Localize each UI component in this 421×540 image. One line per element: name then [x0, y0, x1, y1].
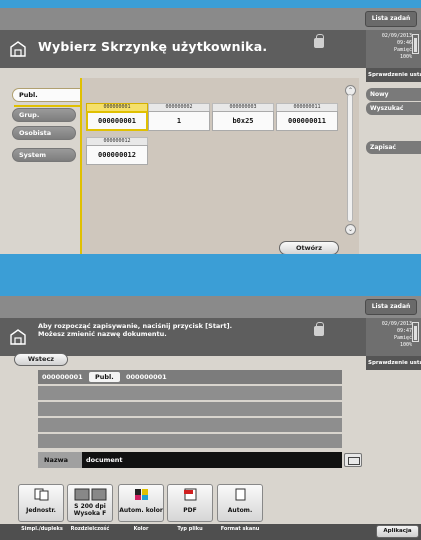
- page-size-icon: [235, 488, 246, 501]
- duplex-icon: [34, 488, 49, 501]
- box-number: 000000012: [86, 137, 148, 145]
- new-button[interactable]: Nowy: [366, 88, 421, 101]
- box-number: 000000011: [276, 103, 338, 111]
- tab-public[interactable]: Publ.: [12, 88, 80, 102]
- box-number: 000000003: [212, 103, 274, 111]
- time-text: 09:46: [396, 40, 412, 46]
- function-caption: Kolor: [133, 526, 149, 532]
- box-type-tag: Publ.: [88, 372, 120, 382]
- instruction-message: Aby rozpocząć zapisywanie, naciśnij przy…: [38, 322, 232, 338]
- time-text: 09:47: [396, 328, 412, 334]
- open-button[interactable]: Otwórz: [279, 241, 339, 254]
- box-number: 000000002: [148, 103, 210, 111]
- memory-value: 100%: [399, 54, 412, 60]
- box-item[interactable]: 000000011 000000011: [276, 103, 338, 131]
- top-bar: Lista zadań: [0, 296, 421, 318]
- back-button[interactable]: Wstecz: [14, 353, 68, 366]
- box-number: 000000001: [86, 103, 148, 111]
- function-label: PDF: [183, 507, 197, 514]
- box-name: 000000001: [86, 111, 148, 131]
- function-label-line: Wysoka F: [73, 510, 107, 517]
- function-label: Autom.: [227, 507, 253, 514]
- date-time-readout: 02/09/2013 09:46 Pamięć 100%: [368, 33, 412, 61]
- memory-gauge-icon: [412, 322, 419, 342]
- instruction-line: Aby rozpocząć zapisywanie, naciśnij przy…: [38, 322, 233, 330]
- scan-to-box-screen: Lista zadań Aby rozpocząć zapisywanie, n…: [0, 296, 421, 540]
- resolution-icon: [74, 488, 107, 501]
- box-name: 000000011: [276, 111, 338, 131]
- user-box-icon: [10, 329, 26, 345]
- check-settings-button[interactable]: Sprawdzenie ustawień: [366, 68, 421, 82]
- function-label-line: S 200 dpi: [74, 503, 106, 510]
- color-icon: [135, 489, 148, 500]
- resolution-button[interactable]: S 200 dpi Wysoka F: [67, 484, 113, 522]
- tab-system[interactable]: System: [12, 148, 76, 162]
- box-name: 1: [148, 111, 210, 131]
- info-row: [38, 434, 342, 448]
- memory-label: Pamięć: [393, 47, 412, 53]
- function-label: Autom. kolor: [119, 507, 163, 514]
- function-caption: Typ pliku: [177, 526, 203, 532]
- box-path: 000000001 Publ. 000000001: [38, 370, 342, 384]
- lock-icon: [314, 322, 324, 336]
- tab-group[interactable]: Grup.: [12, 108, 76, 122]
- date-text: 02/09/2013: [381, 321, 412, 327]
- menu-spacer: [366, 120, 421, 133]
- active-tab-indicator: [14, 105, 80, 107]
- memory-value: 100%: [399, 342, 412, 348]
- job-list-button[interactable]: Lista zadań: [365, 11, 417, 27]
- top-bar: Lista zadań: [0, 8, 421, 30]
- box-item[interactable]: 000000012 000000012: [86, 137, 148, 165]
- box-item[interactable]: 000000003 b0x25: [212, 103, 274, 131]
- color-button[interactable]: Autom. kolor: [118, 484, 164, 522]
- lock-icon: [314, 34, 324, 48]
- keyboard-icon[interactable]: [344, 453, 362, 467]
- search-button[interactable]: Wyszukać: [366, 102, 421, 115]
- box-number: 000000001: [42, 373, 83, 381]
- check-settings-button[interactable]: Sprawdzenie ustawień: [366, 356, 421, 370]
- box-item[interactable]: 000000002 1: [148, 103, 210, 131]
- pdf-icon: [184, 488, 197, 501]
- box-name: b0x25: [212, 111, 274, 131]
- save-button[interactable]: Zapisać: [366, 141, 421, 154]
- simplex-duplex-button[interactable]: Jednostr.: [18, 484, 64, 522]
- memory-gauge-icon: [412, 34, 419, 54]
- box-selection-screen: Lista zadań Wybierz Skrzynkę użytkownika…: [0, 8, 421, 254]
- header-bar: Wybierz Skrzynkę użytkownika.: [0, 30, 366, 68]
- document-name-label: Nazwa: [38, 452, 82, 468]
- document-name-field[interactable]: document: [82, 452, 342, 468]
- screen-title: Wybierz Skrzynkę użytkownika.: [38, 39, 268, 54]
- date-time-readout: 02/09/2013 09:47 Pamięć 100%: [368, 321, 412, 349]
- job-list-button[interactable]: Lista zadań: [365, 299, 417, 315]
- instruction-line: Możesz zmienić nazwę dokumentu.: [38, 330, 167, 338]
- application-button[interactable]: Aplikacja: [376, 525, 419, 538]
- box-name: 000000001: [126, 373, 167, 381]
- function-label: S 200 dpi Wysoka F: [68, 503, 112, 517]
- function-caption: Rozdzielczość: [70, 526, 110, 532]
- info-row: [38, 418, 342, 432]
- scroll-down-button[interactable]: ⌄: [345, 224, 356, 235]
- box-name: 000000012: [86, 145, 148, 165]
- file-type-button[interactable]: PDF: [167, 484, 213, 522]
- scrollbar[interactable]: [347, 94, 353, 222]
- function-caption: Format skanu: [220, 526, 260, 532]
- tab-personal[interactable]: Osobista: [12, 126, 76, 140]
- info-row: [38, 386, 342, 400]
- box-item[interactable]: 000000001 000000001: [86, 103, 148, 131]
- date-text: 02/09/2013: [381, 33, 412, 39]
- function-label: Jednostr.: [26, 507, 56, 514]
- memory-label: Pamięć: [393, 335, 412, 341]
- user-box-icon: [10, 41, 26, 57]
- info-row: [38, 402, 342, 416]
- scan-size-button[interactable]: Autom.: [217, 484, 263, 522]
